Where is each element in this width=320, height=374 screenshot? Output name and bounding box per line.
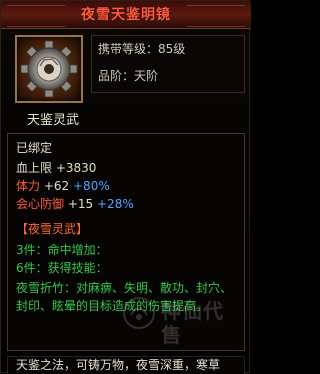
set-bonus-3: 3件：命中增加：: [16, 243, 108, 257]
rank-value: 天阶: [134, 69, 159, 83]
gear-mirror-icon: [20, 40, 78, 98]
set-title: 【夜雪灵武】: [16, 222, 89, 236]
stat-hp-value: +3830: [55, 161, 97, 175]
stat-defense-value: +15: [67, 197, 94, 211]
stat-defense-row: 会心防御 +15 +28%: [16, 197, 134, 211]
carry-level-value: 85级: [158, 42, 186, 56]
tooltip-title-bar: 夜雪天鉴明镜: [1, 1, 251, 29]
item-lore-text: 天鉴之法，可铸万物，夜雪深重，寒草: [16, 358, 221, 372]
rank-label: 品阶：: [98, 69, 135, 83]
stat-stamina-value: +62: [43, 179, 70, 193]
watermark-text: 神仙代售: [161, 299, 224, 347]
carry-level-label: 携带等级：: [98, 42, 159, 56]
rank-row: 品阶：天阶: [98, 69, 158, 83]
item-lore-footer: 天鉴之法，可铸万物，夜雪深重，寒草: [7, 356, 245, 374]
stat-hp-label: 血上限: [16, 161, 53, 175]
item-icon-frame[interactable]: [15, 35, 83, 103]
stat-stamina-row: 体力 +62 +80%: [16, 179, 110, 193]
watermark-logo-icon: [123, 297, 155, 329]
stat-defense-percent: +28%: [97, 197, 134, 211]
stat-hp-row: 血上限 +3830: [16, 161, 96, 175]
stat-stamina-label: 体力: [16, 179, 41, 193]
watermark: 神仙代售: [121, 291, 239, 347]
carry-level-row: 携带等级：85级: [98, 42, 185, 56]
item-info-box: 携带等级：85级 品阶：天阶: [91, 35, 245, 93]
item-tooltip: 夜雪天鉴明镜 携带等级：85级 品阶：天阶 天鉴灵武 已绑定 血上限 +3830…: [0, 0, 251, 374]
stat-defense-label: 会心防御: [16, 197, 65, 211]
item-title: 夜雪天鉴明镜: [81, 7, 171, 23]
bound-status: 已绑定: [16, 141, 53, 155]
stat-stamina-percent: +80%: [73, 179, 110, 193]
item-type-label: 天鉴灵武: [27, 113, 80, 128]
set-bonus-6: 6件：获得技能：: [16, 261, 108, 275]
